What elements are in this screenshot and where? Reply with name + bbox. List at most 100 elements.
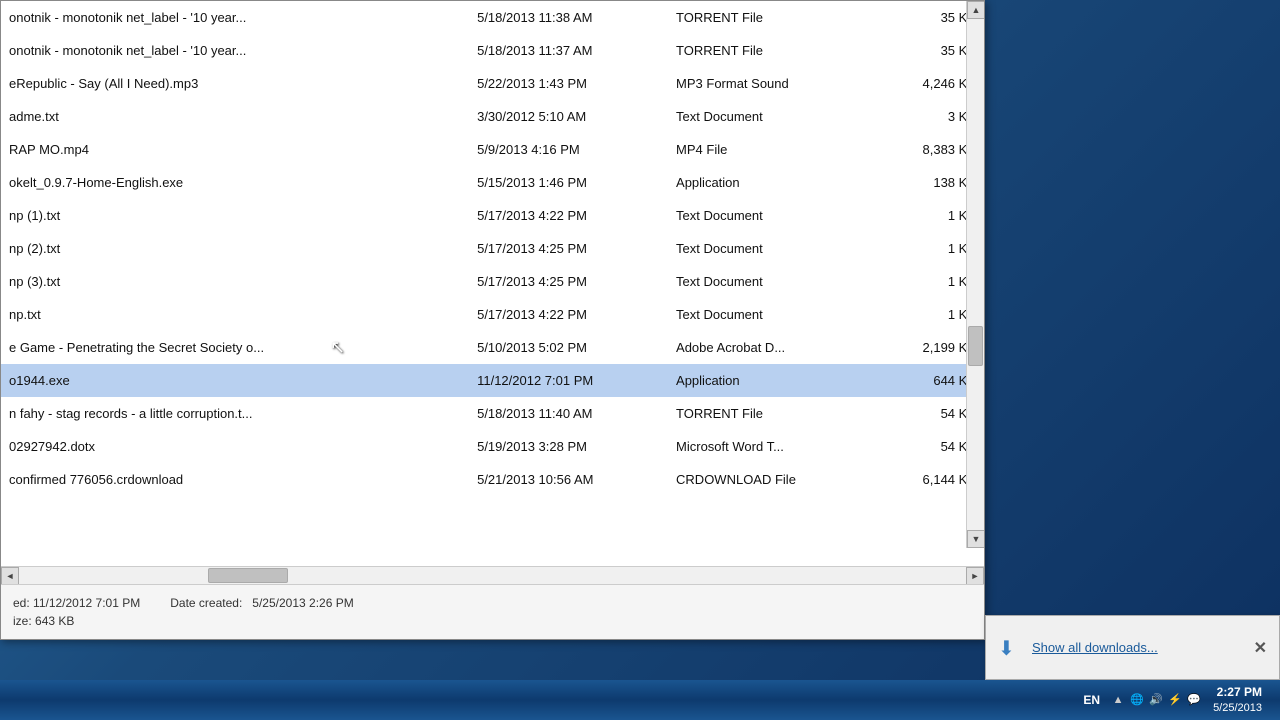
table-row[interactable]: eRepublic - Say (All I Need).mp35/22/201…	[1, 67, 984, 100]
date-created-label: Date created:	[170, 596, 242, 610]
table-row[interactable]: np (1).txt5/17/2013 4:22 PMText Document…	[1, 199, 984, 232]
file-date: 5/17/2013 4:25 PM	[469, 232, 668, 265]
file-date: 3/30/2012 5:10 AM	[469, 100, 668, 133]
file-table: onotnik - monotonik net_label - '10 year…	[1, 1, 984, 496]
horizontal-scrollbar[interactable]: ◄ ►	[1, 566, 984, 584]
table-row[interactable]: n fahy - stag records - a little corrupt…	[1, 397, 984, 430]
file-type: TORRENT File	[668, 397, 867, 430]
tray-icon-volume: 🔊	[1148, 692, 1164, 708]
file-type: Text Document	[668, 232, 867, 265]
scroll-up-button[interactable]: ▲	[967, 1, 984, 19]
file-name: np (3).txt	[1, 265, 469, 298]
file-size: ize: 643 KB	[13, 614, 74, 628]
file-type: Adobe Acrobat D...	[668, 331, 867, 364]
table-row[interactable]: o1944.exe11/12/2012 7:01 PMApplication64…	[1, 364, 984, 397]
file-date: 5/9/2013 4:16 PM	[469, 133, 668, 166]
file-type: MP3 Format Sound	[668, 67, 867, 100]
file-date: 5/17/2013 4:22 PM	[469, 199, 668, 232]
vertical-scrollbar[interactable]: ▲ ▼	[966, 1, 984, 548]
table-row[interactable]: 02927942.dotx5/19/2013 3:28 PMMicrosoft …	[1, 430, 984, 463]
file-name: RAP MO.mp4	[1, 133, 469, 166]
explorer-window: onotnik - monotonik net_label - '10 year…	[0, 0, 985, 640]
file-date: 5/22/2013 1:43 PM	[469, 67, 668, 100]
scroll-thumb[interactable]	[968, 326, 983, 366]
close-downloads-button[interactable]: ✕	[1254, 638, 1267, 658]
file-date: 5/15/2013 1:46 PM	[469, 166, 668, 199]
table-row[interactable]: onotnik - monotonik net_label - '10 year…	[1, 1, 984, 34]
date-created: Date created: 5/25/2013 2:26 PM	[170, 596, 353, 610]
hscroll-left-button[interactable]: ◄	[1, 567, 19, 585]
status-line-2: ize: 643 KB	[13, 614, 972, 628]
file-date: 5/10/2013 5:02 PM	[469, 331, 668, 364]
file-date: 5/19/2013 3:28 PM	[469, 430, 668, 463]
system-tray: ▲ 🌐 🔊 ⚡ 💬	[1110, 692, 1202, 708]
size-label: ize:	[13, 614, 32, 628]
file-type: Text Document	[668, 199, 867, 232]
status-line-1: ed: 11/12/2012 7:01 PM Date created: 5/2…	[13, 596, 972, 610]
file-name: okelt_0.9.7-Home-English.exe	[1, 166, 469, 199]
table-row[interactable]: np.txt5/17/2013 4:22 PMText Document1 KB	[1, 298, 984, 331]
file-name: np (1).txt	[1, 199, 469, 232]
file-name: np (2).txt	[1, 232, 469, 265]
file-name: 02927942.dotx	[1, 430, 469, 463]
table-row[interactable]: RAP MO.mp45/9/2013 4:16 PMMP4 File8,383 …	[1, 133, 984, 166]
date-created-value: 5/25/2013 2:26 PM	[252, 596, 353, 610]
file-date: 5/18/2013 11:40 AM	[469, 397, 668, 430]
file-date: 5/18/2013 11:37 AM	[469, 34, 668, 67]
tray-icon-1: ▲	[1110, 692, 1126, 708]
status-bar: ed: 11/12/2012 7:01 PM Date created: 5/2…	[1, 584, 984, 639]
size-value: 643 KB	[35, 614, 74, 628]
language-indicator[interactable]: EN	[1079, 691, 1104, 709]
table-row[interactable]: onotnik - monotonik net_label - '10 year…	[1, 34, 984, 67]
table-row[interactable]: confirmed 776056.crdownload5/21/2013 10:…	[1, 463, 984, 496]
file-date: 5/18/2013 11:38 AM	[469, 1, 668, 34]
file-type: CRDOWNLOAD File	[668, 463, 867, 496]
file-date: 5/17/2013 4:25 PM	[469, 265, 668, 298]
clock-time: 2:27 PM	[1213, 685, 1262, 701]
downloads-popup: ⬇ Show all downloads... ✕	[985, 615, 1280, 680]
hscroll-track[interactable]	[19, 567, 966, 584]
clock-date: 5/25/2013	[1213, 701, 1262, 715]
taskbar[interactable]: EN ▲ 🌐 🔊 ⚡ 💬 2:27 PM 5/25/2013	[0, 680, 1280, 720]
file-name: adme.txt	[1, 100, 469, 133]
table-row[interactable]: np (3).txt5/17/2013 4:25 PMText Document…	[1, 265, 984, 298]
file-type: TORRENT File	[668, 1, 867, 34]
date-modified-value: 11/12/2012 7:01 PM	[33, 596, 140, 610]
file-name: onotnik - monotonik net_label - '10 year…	[1, 1, 469, 34]
file-type: Text Document	[668, 298, 867, 331]
scroll-track[interactable]	[967, 19, 984, 530]
tray-icon-message: 💬	[1186, 692, 1202, 708]
show-all-downloads-link[interactable]: Show all downloads...	[1032, 640, 1158, 655]
file-type: Text Document	[668, 100, 867, 133]
tray-icon-network: 🌐	[1129, 692, 1145, 708]
file-list[interactable]: onotnik - monotonik net_label - '10 year…	[1, 1, 984, 566]
hscroll-right-button[interactable]: ►	[966, 567, 984, 585]
scroll-down-button[interactable]: ▼	[967, 530, 984, 548]
file-type: Application	[668, 166, 867, 199]
tray-icon-power: ⚡	[1167, 692, 1183, 708]
file-name: e Game - Penetrating the Secret Society …	[1, 331, 469, 364]
hscroll-thumb[interactable]	[208, 568, 288, 583]
table-row[interactable]: e Game - Penetrating the Secret Society …	[1, 331, 984, 364]
table-row[interactable]: okelt_0.9.7-Home-English.exe5/15/2013 1:…	[1, 166, 984, 199]
date-modified-label: ed:	[13, 596, 30, 610]
system-clock[interactable]: 2:27 PM 5/25/2013	[1208, 683, 1267, 717]
file-type: MP4 File	[668, 133, 867, 166]
file-name: np.txt	[1, 298, 469, 331]
file-type: Text Document	[668, 265, 867, 298]
file-name: confirmed 776056.crdownload	[1, 463, 469, 496]
file-date: 5/21/2013 10:56 AM	[469, 463, 668, 496]
file-name: eRepublic - Say (All I Need).mp3	[1, 67, 469, 100]
file-type: Microsoft Word T...	[668, 430, 867, 463]
file-type: Application	[668, 364, 867, 397]
download-arrow-icon: ⬇	[998, 636, 1022, 660]
file-name: o1944.exe	[1, 364, 469, 397]
taskbar-right: EN ▲ 🌐 🔊 ⚡ 💬 2:27 PM 5/25/2013	[1079, 683, 1275, 717]
file-name: n fahy - stag records - a little corrupt…	[1, 397, 469, 430]
table-row[interactable]: adme.txt3/30/2012 5:10 AMText Document3 …	[1, 100, 984, 133]
file-name: onotnik - monotonik net_label - '10 year…	[1, 34, 469, 67]
file-type: TORRENT File	[668, 34, 867, 67]
table-row[interactable]: np (2).txt5/17/2013 4:25 PMText Document…	[1, 232, 984, 265]
date-modified: ed: 11/12/2012 7:01 PM	[13, 596, 140, 610]
file-date: 11/12/2012 7:01 PM	[469, 364, 668, 397]
